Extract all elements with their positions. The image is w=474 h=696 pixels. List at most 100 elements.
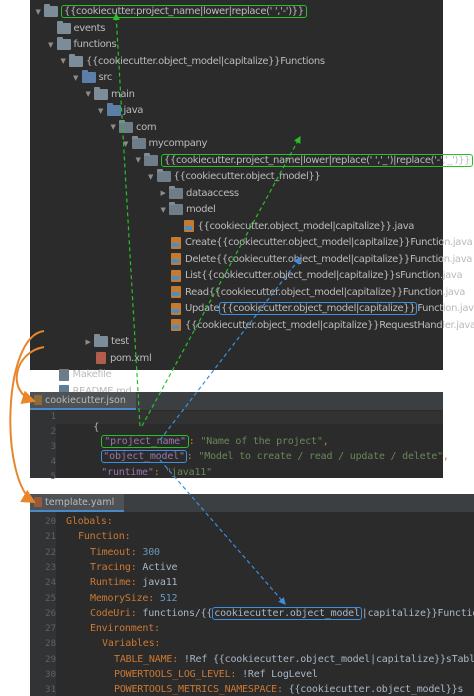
yaml-separator: : bbox=[130, 546, 143, 558]
yaml-code-line: CodeUri: functions/{{cookiecutter.object… bbox=[90, 606, 474, 620]
package-icon bbox=[169, 185, 183, 199]
tree-item[interactable]: ▼ main bbox=[82, 86, 135, 103]
chevron-down-icon[interactable]: ▼ bbox=[82, 90, 94, 98]
yaml-value[interactable]: {{cookiecutter.object_model}}s bbox=[289, 684, 464, 695]
yaml-key[interactable]: CodeUri bbox=[90, 608, 131, 619]
tree-item[interactable]: ▼ {{cookiecutter.project_name|lower|repla… bbox=[132, 152, 474, 169]
yaml-code-line: POWERTOOLS_LOG_LEVEL: !Ref LogLevel bbox=[114, 669, 318, 680]
tree-item[interactable]: ▼ model bbox=[157, 201, 216, 218]
folder-icon bbox=[94, 86, 108, 100]
tree-item[interactable]: ▼ java bbox=[95, 102, 143, 119]
yaml-key[interactable]: TABLE_NAME bbox=[114, 654, 172, 665]
project-tree-panel: ▼ {{cookiecutter.project_name|lower|repla… bbox=[30, 0, 474, 447]
yaml-file-icon bbox=[34, 497, 42, 507]
chevron-down-icon[interactable]: ▼ bbox=[95, 107, 107, 115]
tree-item-label: model bbox=[186, 204, 216, 215]
tab-label: cookiecutter.json bbox=[45, 394, 126, 406]
yaml-editor-panel: template.yaml 20 Globals: 21 Function: 22 Tim… bbox=[30, 494, 474, 696]
yaml-key[interactable]: POWERTOOLS_LOG_LEVEL bbox=[114, 669, 231, 680]
tab-cookiecutter-json[interactable]: cookiecutter.json bbox=[30, 392, 136, 410]
tree-item[interactable]: List{{cookiecutter.object_model|capitali… bbox=[157, 267, 463, 284]
tree-item-label: test bbox=[111, 336, 129, 347]
yaml-key[interactable]: Environment bbox=[90, 623, 154, 634]
chevron-down-icon[interactable]: ▼ bbox=[145, 173, 157, 181]
yaml-code-line: TABLE_NAME: !Ref {{cookiecutter.object_m… bbox=[114, 654, 474, 665]
chevron-down-icon[interactable]: ▼ bbox=[157, 206, 169, 214]
runtime-key[interactable]: "runtime" bbox=[101, 467, 154, 478]
object-model-value[interactable]: "Model to create / read / update / delet… bbox=[198, 451, 443, 462]
chevron-down-icon[interactable]: ▼ bbox=[120, 140, 132, 148]
tree-item[interactable]: Makefile bbox=[45, 366, 112, 383]
package-icon bbox=[119, 119, 133, 133]
runtime-value[interactable]: "java11" bbox=[165, 467, 212, 478]
tree-item-label: Create{{cookiecutter.object_model|capita… bbox=[185, 237, 473, 248]
yaml-key[interactable]: Tracing bbox=[90, 562, 131, 573]
chevron-right-icon[interactable]: ▶ bbox=[157, 189, 169, 197]
chevron-right-icon[interactable]: ▶ bbox=[82, 338, 94, 346]
yaml-code-line: POWERTOOLS_METRICS_NAMESPACE: {{cookiecu… bbox=[114, 684, 463, 695]
yaml-value[interactable]: !Ref LogLevel bbox=[242, 669, 318, 680]
tree-item[interactable]: events bbox=[45, 20, 105, 37]
yaml-separator: : bbox=[230, 669, 243, 680]
tree-item[interactable]: {{cookiecutter.object_model|capitalize}}… bbox=[157, 317, 474, 334]
tree-item[interactable]: ▶ dataaccess bbox=[157, 185, 239, 202]
yaml-code-line: Timeout: 300 bbox=[90, 547, 160, 558]
tree-item[interactable]: ▼ com bbox=[107, 119, 157, 136]
chevron-down-icon[interactable]: ▼ bbox=[57, 57, 69, 65]
tree-item[interactable]: ▶ test bbox=[82, 333, 129, 350]
json-editor-tabbar: cookiecutter.json bbox=[30, 392, 443, 410]
tree-item[interactable]: ▼ {{cookiecutter.project_name|lower|repla… bbox=[32, 3, 307, 20]
yaml-value[interactable]: 300 bbox=[142, 547, 160, 558]
tree-item[interactable]: {{cookiecutter.object_model|capitalize}}… bbox=[170, 218, 414, 235]
tree-item[interactable]: Read{{cookiecutter.object_model|capitali… bbox=[157, 284, 465, 301]
chevron-down-icon[interactable]: ▼ bbox=[70, 74, 82, 82]
tree-item[interactable]: ▼ functions bbox=[45, 36, 117, 53]
yaml-value[interactable]: java11 bbox=[142, 577, 177, 588]
yaml-key[interactable]: Globals bbox=[66, 516, 107, 527]
yaml-separator: : bbox=[124, 531, 131, 543]
yaml-key[interactable]: POWERTOOLS_METRICS_NAMESPACE bbox=[114, 684, 277, 695]
yaml-key[interactable]: Variables bbox=[102, 638, 155, 649]
tab-template-yaml[interactable]: template.yaml bbox=[30, 494, 125, 512]
tree-item[interactable]: ▼ mycompany bbox=[120, 135, 207, 152]
yaml-key[interactable]: Runtime bbox=[90, 577, 131, 588]
yaml-separator: : bbox=[172, 653, 184, 665]
folder-icon bbox=[44, 4, 58, 17]
maven-icon bbox=[96, 352, 106, 364]
colon: : bbox=[153, 467, 160, 478]
line-number: 22 bbox=[45, 547, 56, 558]
line-number: 1 bbox=[50, 412, 56, 422]
yaml-separator: : bbox=[148, 592, 160, 604]
tree-item[interactable]: Update {{cookiecutter.object_model|capita… bbox=[157, 300, 474, 317]
yaml-separator: : bbox=[130, 607, 143, 619]
yaml-value[interactable]: functions/{{cookiecutter.object_model |ca… bbox=[142, 606, 474, 620]
chevron-down-icon[interactable]: ▼ bbox=[132, 156, 144, 164]
tree-item[interactable]: Create{{cookiecutter.object_model|capita… bbox=[157, 234, 473, 251]
tree-item-label: {{cookiecutter.object_model}} bbox=[173, 171, 321, 182]
chevron-down-icon[interactable]: ▼ bbox=[107, 123, 119, 131]
folder-icon bbox=[56, 37, 71, 50]
tree-item[interactable]: ▼ {{cookiecutter.object_model|capitalize}… bbox=[57, 53, 325, 70]
yaml-value[interactable]: Active bbox=[142, 562, 177, 573]
yaml-code-line: Function: bbox=[78, 531, 131, 543]
yaml-value[interactable]: !Ref {{cookiecutter.object_model|capital… bbox=[184, 654, 474, 665]
yaml-key[interactable]: MemorySize bbox=[90, 593, 148, 604]
tree-item-label: functions bbox=[73, 39, 117, 50]
yaml-key[interactable]: Timeout bbox=[90, 547, 131, 558]
yaml-key[interactable]: Function bbox=[78, 531, 125, 542]
java-class-icon bbox=[171, 286, 181, 298]
java-class-icon bbox=[183, 220, 194, 232]
tree-item[interactable]: Delete{{cookiecutter.object_model|capita… bbox=[157, 251, 472, 268]
tree-item-label: Delete{{cookiecutter.object_model|capita… bbox=[185, 253, 473, 265]
object-model-highlight: cookiecutter.object_model bbox=[212, 606, 362, 620]
tree-item-label: pom.xml bbox=[110, 352, 152, 364]
tree-item[interactable]: ▼ src bbox=[70, 69, 112, 86]
yaml-value[interactable]: 512 bbox=[160, 593, 178, 604]
tree-item[interactable]: pom.xml bbox=[82, 350, 152, 367]
java-class-icon bbox=[171, 253, 181, 265]
tree-item-label: List{{cookiecutter.object_model|capitali… bbox=[185, 270, 463, 281]
tree-item-label: com bbox=[136, 121, 157, 133]
chevron-down-icon[interactable]: ▼ bbox=[32, 8, 44, 16]
chevron-down-icon[interactable]: ▼ bbox=[45, 41, 57, 49]
tree-item[interactable]: ▼ {{cookiecutter.object_model}} bbox=[145, 168, 321, 185]
